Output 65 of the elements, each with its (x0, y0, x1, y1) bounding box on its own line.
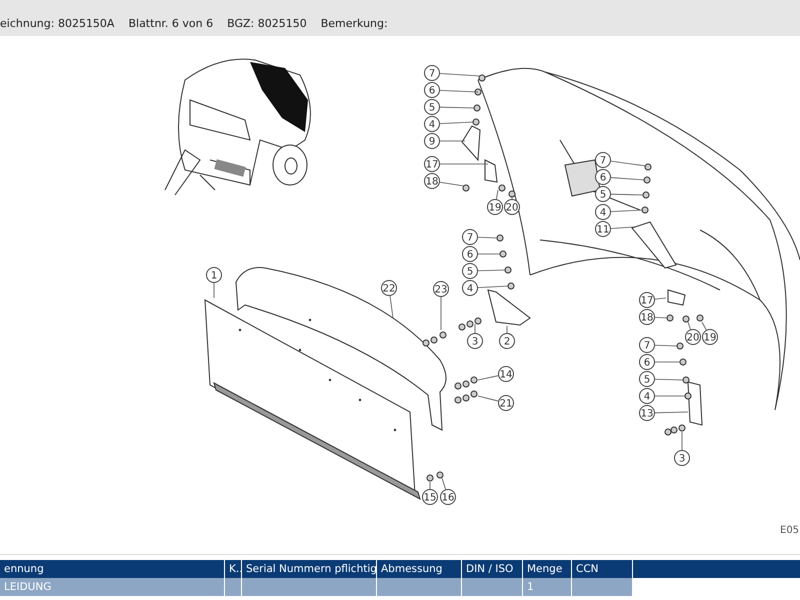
table-cell (225, 578, 242, 596)
callout-label: 22 (381, 280, 397, 296)
callout-label: 4 (639, 388, 655, 404)
callout-label: 5 (424, 99, 440, 115)
callout-label: 15 (422, 489, 438, 505)
callout-label: 18 (424, 173, 440, 189)
bracket-drawing (668, 289, 686, 306)
sheet-info-text: BGZ: 8025150 (227, 16, 307, 32)
callout-label: 3 (674, 450, 690, 466)
callout-label: 6 (639, 354, 655, 370)
callout-label: 21 (498, 395, 514, 411)
callout-label: 4 (424, 116, 440, 132)
bracket-drawing (461, 125, 481, 162)
callout-label: 4 (595, 204, 611, 220)
bracket-drawing (687, 381, 703, 426)
callout-label: 7 (424, 65, 440, 81)
bracket-drawing (487, 289, 531, 326)
callout-label: 6 (462, 246, 478, 262)
fastener-drawing (454, 376, 478, 404)
callout-label: 23 (433, 281, 449, 297)
callout-label: 2 (499, 333, 515, 349)
callout-label: 7 (462, 229, 478, 245)
callout-label: 17 (639, 292, 655, 308)
sheet-info-text: eichnung: 8025150A (0, 16, 114, 32)
fastener-drawing (496, 234, 514, 290)
table-cell (572, 578, 633, 596)
sheet-info-text: Bemerkung: (320, 16, 388, 32)
callout-label: 20 (504, 199, 520, 215)
callout-label: 3 (467, 333, 483, 349)
callout-label: 19 (487, 199, 503, 215)
fastener-drawing (422, 332, 446, 346)
callout-label: 16 (440, 489, 456, 505)
table-cell: 1 (523, 578, 572, 596)
bracket-drawing (631, 221, 677, 269)
callout-label: 4 (462, 280, 478, 296)
callout-label: 19 (702, 329, 718, 345)
fastener-drawing (458, 318, 482, 330)
callout-label: 7 (639, 337, 655, 353)
callout-label: 11 (595, 221, 611, 237)
callout-label: 13 (639, 405, 655, 421)
bracket-drawing (484, 159, 498, 183)
callout-label: 1 (206, 267, 222, 283)
table-cell (462, 578, 523, 596)
callout-label: 5 (462, 263, 478, 279)
callout-label: 14 (498, 366, 514, 382)
recess-drawing (564, 159, 601, 197)
fastener-drawing (642, 164, 652, 214)
fastener-drawing (426, 472, 444, 482)
fastener-drawing (676, 342, 692, 400)
drawing-code-text: E05 (780, 525, 800, 536)
fastener-drawing (462, 184, 516, 198)
table-cell: LEIDUNG (0, 578, 225, 596)
callout-label: 5 (639, 371, 655, 387)
fastener-drawing (664, 424, 686, 436)
callout-label: 9 (424, 133, 440, 149)
callout-label: 5 (595, 186, 611, 202)
callout-label: 20 (685, 329, 701, 345)
callout-label: 6 (595, 169, 611, 185)
fastener-drawing (472, 74, 486, 126)
callout-label: 18 (639, 309, 655, 325)
fastener-drawing (666, 314, 704, 322)
callout-label: 7 (595, 152, 611, 168)
callout-label: 6 (424, 82, 440, 98)
sheet-info-text: Blattnr. 6 von 6 (128, 16, 214, 32)
callout-label: 17 (424, 156, 440, 172)
